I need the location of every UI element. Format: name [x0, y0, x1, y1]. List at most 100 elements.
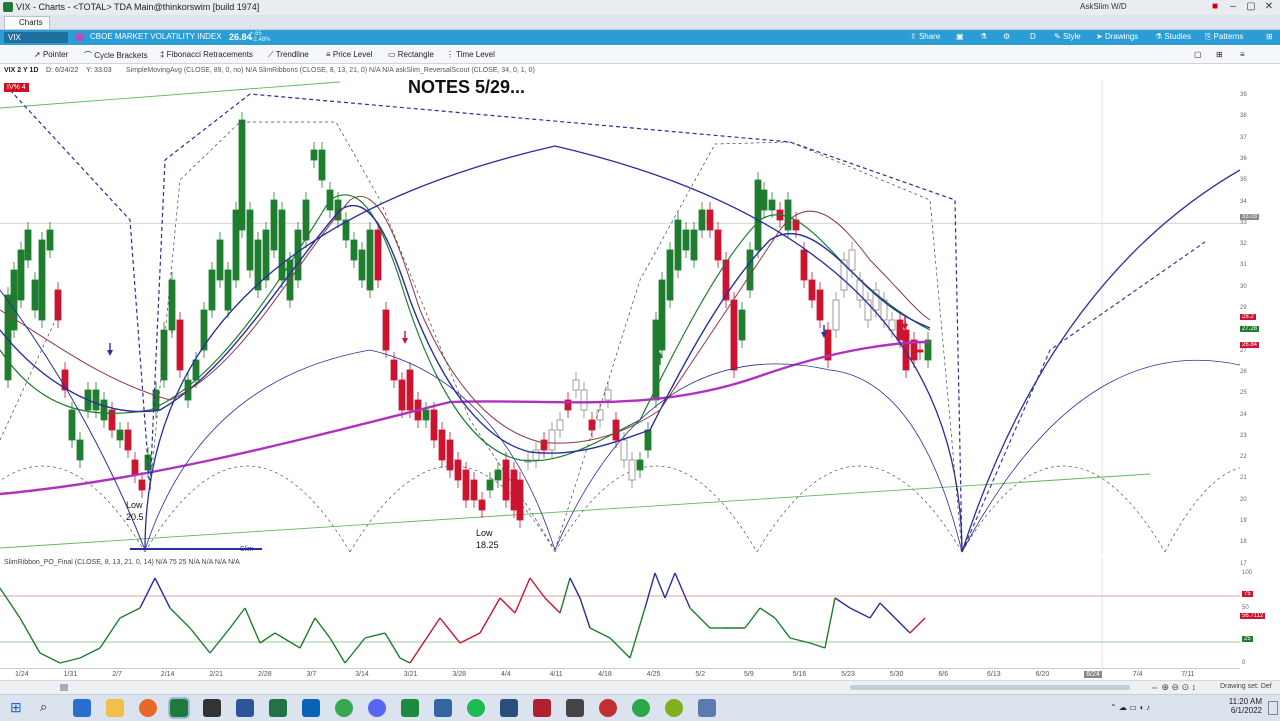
price-scale-label: 27 [1240, 347, 1247, 354]
rectangle-tool[interactable]: ▭ Rectangle [388, 50, 434, 59]
low1-label[interactable]: Low [126, 500, 143, 510]
osc-segment [299, 617, 316, 649]
app-icon-blue[interactable] [500, 699, 518, 717]
notification-icon[interactable] [1268, 701, 1278, 715]
pointer-tool[interactable]: ➚ Pointer [34, 50, 68, 59]
time-level-tool[interactable]: ⋮ Time Level [446, 50, 495, 59]
osc-segment [529, 577, 546, 599]
explorer-icon[interactable] [106, 699, 124, 717]
scroll-handle-icon[interactable] [60, 684, 68, 691]
app-icon-green[interactable] [401, 699, 419, 717]
chrome-icon[interactable] [335, 699, 353, 717]
osc-scale-0: 0 [1242, 660, 1246, 666]
date-tick-label: 1/24 [15, 671, 29, 678]
gear-icon[interactable]: ⚙ [1003, 32, 1010, 41]
aggregation-button[interactable]: D [1030, 32, 1036, 41]
app-icon-red[interactable] [533, 699, 551, 717]
app-icon-record[interactable] [599, 699, 617, 717]
low2-value[interactable]: 18.25 [476, 540, 499, 550]
candle-body [784, 199, 792, 231]
candle-body [690, 229, 698, 261]
search-icon[interactable]: ⌕ [40, 699, 47, 715]
dashed-projection [961, 241, 1206, 553]
firefox-icon[interactable] [139, 699, 157, 717]
layout-icon[interactable]: ▢ [1194, 50, 1202, 59]
price-scale-label: 33 [1240, 219, 1247, 226]
camera-icon[interactable]: ▣ [956, 32, 964, 41]
study-list[interactable]: SimpleMovingAvg (CLOSE, 89, 0, no) N/A S… [126, 67, 535, 74]
date-tick-label: 2/28 [258, 671, 272, 678]
maps-icon[interactable] [566, 699, 584, 717]
price-scale-label: 22 [1240, 454, 1247, 461]
cycle-brackets-tool[interactable]: ⌒ Cycle Brackets [84, 50, 148, 61]
candle-body [612, 419, 620, 441]
price-chart[interactable] [0, 80, 1240, 554]
taskview-icon[interactable] [73, 699, 91, 717]
date-tick-label: 3/14 [355, 671, 369, 678]
candle-body [238, 119, 246, 231]
grid-layout-icon[interactable]: ⊞ [1216, 50, 1223, 59]
studies-button[interactable]: ⚗ Studies [1155, 32, 1191, 41]
candle-body [232, 209, 240, 281]
clock-time: 11:20 AM [1228, 697, 1262, 706]
price-marker-2: 27.28 [1240, 326, 1260, 332]
system-tray[interactable]: ⌃ ☁ ▭ ◖ ♪ [1110, 703, 1150, 712]
candle-body [800, 249, 808, 281]
clock[interactable]: 11:20 AM 6/1/2022 [1212, 697, 1262, 715]
fibonacci-tool[interactable]: ‡ Fibonacci Retracements [160, 50, 253, 59]
app-icon-circle[interactable] [632, 699, 650, 717]
chart-scrollbar[interactable]: ⇔ ⊕ ⊖ ⊙ ↕ Drawing set: Def [0, 680, 1280, 695]
mid-cycle-arc-1 [554, 363, 831, 551]
osc-segment [879, 602, 896, 619]
low1-value[interactable]: 20.5 [126, 512, 144, 522]
last-price: 26.84 [229, 32, 252, 42]
word-icon[interactable] [236, 699, 254, 717]
osc-segment [809, 642, 826, 649]
candle-body [398, 379, 406, 411]
candle-body [430, 409, 438, 441]
symbol-link-icon[interactable] [76, 33, 84, 41]
tos-icon[interactable] [203, 699, 221, 717]
candle-body [808, 279, 816, 301]
candle-body [470, 479, 478, 501]
notes-annotation[interactable]: NOTES 5/29... [408, 77, 525, 98]
tab-charts[interactable]: Charts [4, 16, 50, 29]
scroll-thumb[interactable] [850, 685, 1130, 690]
change-percent: +2.48% [250, 37, 271, 43]
major-cycle-arc [144, 145, 963, 553]
style-button[interactable]: ✎ Style [1054, 32, 1081, 41]
low2-label[interactable]: Low [476, 528, 493, 538]
thinkorswim-icon[interactable] [168, 697, 190, 719]
grid-icon[interactable]: ⊞ [1266, 32, 1273, 41]
price-scale-label: 18 [1240, 539, 1247, 546]
menu-icon[interactable]: ≡ [1240, 50, 1245, 59]
minimize-icon[interactable]: – [1226, 1, 1240, 13]
symbol-input[interactable]: VIX [4, 32, 68, 43]
app-icon-lime[interactable] [665, 699, 683, 717]
close-icon[interactable]: ✕ [1262, 1, 1276, 13]
excel-icon[interactable] [269, 699, 287, 717]
candle-body [10, 269, 18, 331]
maximize-icon[interactable]: ▢ [1244, 1, 1258, 13]
start-icon[interactable]: ⊞ [10, 700, 22, 714]
candle-body [754, 179, 762, 251]
calculator-icon[interactable] [434, 699, 452, 717]
zoom-controls[interactable]: ⇔ ⊕ ⊖ ⊙ ↕ [1150, 682, 1196, 693]
osc-segment [209, 627, 231, 654]
candle-body [350, 239, 358, 261]
app-icon-slate[interactable] [698, 699, 716, 717]
spotify-icon[interactable] [467, 699, 485, 717]
trendline-label: Trendline [275, 50, 309, 59]
share-button[interactable]: ⇪ Share [910, 32, 940, 41]
drawing-set-label[interactable]: Drawing set: Def [1220, 683, 1272, 690]
flask-icon[interactable]: ⚗ [980, 32, 987, 41]
drawings-button[interactable]: ➤ Drawings [1096, 32, 1138, 41]
discord-icon[interactable] [368, 699, 386, 717]
alert-icon[interactable]: ■ [1208, 1, 1222, 13]
trendline-tool[interactable]: ⟋ Trendline [268, 50, 309, 60]
outlook-icon[interactable] [302, 699, 320, 717]
price-level-tool[interactable]: ≡ Price Level [326, 50, 372, 59]
osc-segment [259, 632, 276, 644]
patterns-button[interactable]: ⎘ Patterns [1205, 32, 1243, 42]
oscillator-chart[interactable] [0, 558, 1240, 668]
